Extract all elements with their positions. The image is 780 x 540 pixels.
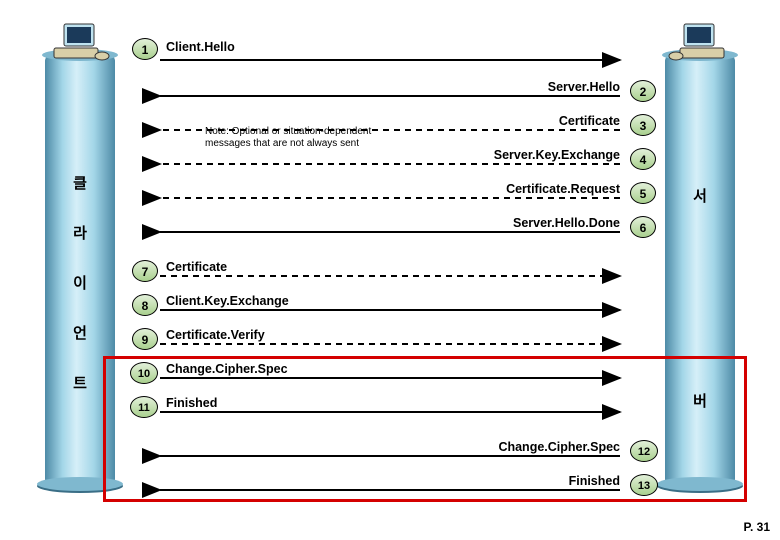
step-bubble-7: 7 bbox=[132, 260, 158, 282]
step-bubble-12: 12 bbox=[630, 440, 658, 462]
step-bubble-4: 4 bbox=[630, 148, 656, 170]
step-bubble-6: 6 bbox=[630, 216, 656, 238]
step-bubble-2: 2 bbox=[630, 80, 656, 102]
step-bubble-8: 8 bbox=[132, 294, 158, 316]
step-bubble-11: 11 bbox=[130, 396, 158, 418]
step-bubble-3: 3 bbox=[630, 114, 656, 136]
step-bubble-9: 9 bbox=[132, 328, 158, 350]
handshake-diagram: 클 라 이 언 트 서 버 bbox=[0, 0, 780, 540]
step-bubble-13: 13 bbox=[630, 474, 658, 496]
step-bubble-1: 1 bbox=[132, 38, 158, 60]
step-bubble-10: 10 bbox=[130, 362, 158, 384]
step-bubble-5: 5 bbox=[630, 182, 656, 204]
